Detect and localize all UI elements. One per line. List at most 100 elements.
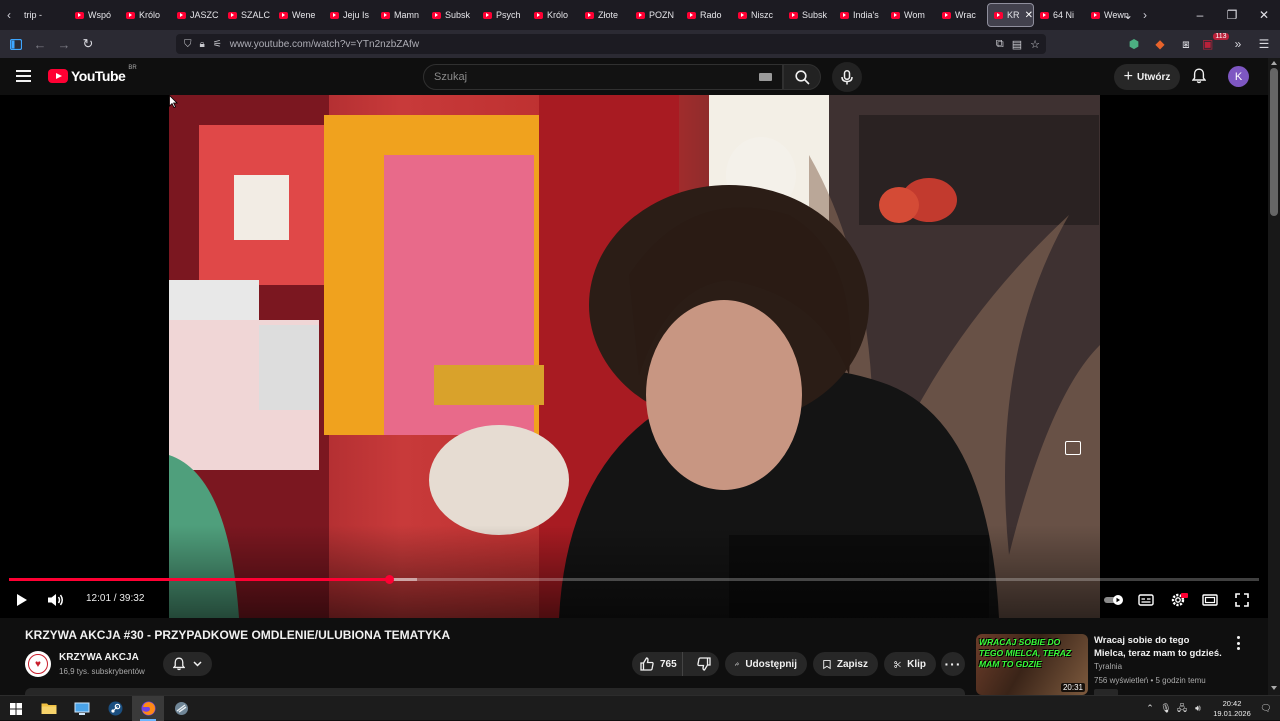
- sidebar-toggle-icon[interactable]: [4, 30, 28, 58]
- forward-icon[interactable]: →: [52, 30, 76, 58]
- close-window-icon[interactable]: ✕: [1248, 8, 1280, 22]
- tray-overflow-icon[interactable]: ⌃: [1142, 703, 1158, 714]
- browser-tab[interactable]: trip -: [18, 3, 69, 27]
- channel-name[interactable]: KRZYWA AKCJA: [59, 652, 139, 663]
- miniplayer-icon[interactable]: [1065, 441, 1081, 455]
- taskbar-firefox[interactable]: [132, 696, 164, 721]
- taskbar-steam[interactable]: [99, 696, 131, 721]
- progress-bar[interactable]: [9, 575, 1259, 584]
- browser-tab[interactable]: Wene: [273, 3, 324, 27]
- guide-menu-icon[interactable]: [16, 70, 31, 82]
- permissions-icon[interactable]: ⚟: [213, 39, 222, 50]
- search-placeholder: Szukaj: [434, 71, 468, 83]
- browser-tab[interactable]: SZALC: [222, 3, 273, 27]
- restore-icon[interactable]: ❐: [1216, 8, 1248, 22]
- shield-extension-icon[interactable]: ⬢: [1124, 37, 1144, 51]
- list-all-tabs-icon[interactable]: ⌄: [1112, 8, 1144, 22]
- subtitles-button[interactable]: [1137, 591, 1155, 609]
- clock[interactable]: 20:42 19.01.2026: [1210, 699, 1254, 719]
- browser-tab[interactable]: Rado: [681, 3, 732, 27]
- notifications-bell-icon[interactable]: [1190, 67, 1208, 85]
- address-bar[interactable]: ⛉ 🔒︎ ⚟ www.youtube.com/watch?v=YTn2nzbZA…: [176, 34, 1046, 54]
- browser-tab[interactable]: Wrac: [936, 3, 987, 27]
- tab-scroll-left-icon[interactable]: ‹: [0, 0, 18, 30]
- youtube-icon: [177, 11, 186, 19]
- browser-tab[interactable]: Psych: [477, 3, 528, 27]
- minimize-icon[interactable]: –: [1184, 8, 1216, 22]
- bookmark-star-icon[interactable]: ☆: [1030, 38, 1040, 51]
- channel-avatar[interactable]: ♥: [25, 651, 51, 677]
- close-tab-icon[interactable]: ✕: [1025, 10, 1033, 21]
- recommended-thumbnail[interactable]: WRACAJ SOBIE DO TEGO MIELCA, TERAZ MAM T…: [976, 634, 1088, 695]
- page-scrollbar[interactable]: [1268, 58, 1280, 695]
- back-icon[interactable]: ←: [28, 30, 52, 58]
- browser-tab[interactable]: Królo: [120, 3, 171, 27]
- more-actions-button[interactable]: ···: [941, 652, 965, 676]
- keyboard-icon[interactable]: [759, 73, 772, 81]
- browser-tab[interactable]: 64 Ni: [1034, 3, 1085, 27]
- browser-tab-active[interactable]: KR ✕: [987, 3, 1034, 27]
- mute-button[interactable]: [46, 591, 66, 609]
- scroll-up-arrow-icon[interactable]: [1271, 61, 1277, 65]
- autoplay-toggle[interactable]: [1103, 591, 1125, 609]
- scroll-down-arrow-icon[interactable]: [1271, 686, 1277, 690]
- search-input[interactable]: Szukaj: [423, 64, 783, 90]
- like-button[interactable]: 765: [632, 652, 684, 676]
- reload-icon[interactable]: ↻: [76, 30, 100, 58]
- start-button[interactable]: [0, 696, 32, 721]
- voice-search-button[interactable]: [832, 62, 862, 92]
- scrubber-handle[interactable]: [385, 575, 394, 584]
- dislike-button[interactable]: [689, 652, 719, 676]
- tab-title: Rado: [700, 10, 722, 20]
- save-button[interactable]: Zapisz: [813, 652, 878, 676]
- browser-tab[interactable]: Mamn: [375, 3, 426, 27]
- taskbar-this-pc[interactable]: [66, 696, 98, 721]
- description-box[interactable]: [25, 688, 965, 695]
- browser-tab[interactable]: Wom: [885, 3, 936, 27]
- share-button[interactable]: Udostępnij: [725, 652, 807, 676]
- video-player[interactable]: 12:01 / 39:32: [0, 95, 1268, 618]
- account-avatar[interactable]: K: [1228, 66, 1249, 87]
- browser-tab[interactable]: India's: [834, 3, 885, 27]
- browser-tab[interactable]: Subsk: [426, 3, 477, 27]
- speaker-icon[interactable]: 🔊︎: [1190, 703, 1206, 714]
- clip-button[interactable]: Klip: [884, 652, 936, 676]
- tracking-protection-icon[interactable]: ⛉: [184, 39, 192, 50]
- search-button[interactable]: [783, 64, 821, 90]
- url-text[interactable]: www.youtube.com/watch?v=YTn2nzbZAfw: [230, 39, 419, 50]
- extensions-puzzle-icon[interactable]: ⧆: [1176, 37, 1196, 52]
- theater-mode-button[interactable]: [1201, 591, 1219, 609]
- browser-tab[interactable]: Wspó: [69, 3, 120, 27]
- fullscreen-button[interactable]: [1233, 591, 1251, 609]
- browser-tab[interactable]: Niszc: [732, 3, 783, 27]
- recommended-title[interactable]: Wracaj sobie do tego Mielca, teraz mam t…: [1094, 634, 1222, 660]
- network-icon[interactable]: 🖧︎: [1174, 701, 1190, 717]
- browser-tab[interactable]: Złote: [579, 3, 630, 27]
- browser-tab[interactable]: Królo: [528, 3, 579, 27]
- settings-button[interactable]: [1169, 591, 1189, 609]
- reader-view-icon[interactable]: ▤: [1012, 38, 1022, 51]
- subscription-notification-button[interactable]: [163, 652, 212, 676]
- scrollbar-thumb[interactable]: [1270, 68, 1278, 216]
- tab-title: Mamn: [394, 10, 420, 20]
- taskbar-file-explorer[interactable]: [33, 696, 65, 721]
- notifications-icon[interactable]: 🗨︎: [1258, 703, 1274, 714]
- browser-tab[interactable]: Jeju Is: [324, 3, 375, 27]
- adblock-extension-icon[interactable]: ▣113: [1202, 33, 1229, 51]
- app-menu-icon[interactable]: ☰: [1254, 37, 1274, 51]
- recommended-menu-icon[interactable]: [1234, 636, 1242, 650]
- browser-tab[interactable]: JASZC: [171, 3, 222, 27]
- overflow-chevron-icon[interactable]: »: [1228, 37, 1248, 51]
- picture-in-picture-icon[interactable]: ⧉: [996, 38, 1004, 51]
- fox-extension-icon[interactable]: ◆: [1150, 37, 1170, 51]
- browser-tab[interactable]: POZN: [630, 3, 681, 27]
- microphone-tray-icon[interactable]: 🎙︎: [1158, 703, 1174, 714]
- taskbar-app[interactable]: [165, 696, 197, 721]
- lock-icon[interactable]: 🔒︎: [200, 39, 205, 50]
- youtube-logo[interactable]: YouTube BR: [48, 65, 137, 84]
- youtube-icon: [330, 11, 339, 19]
- create-button[interactable]: + Utwórz: [1114, 64, 1180, 90]
- play-button[interactable]: [14, 591, 30, 609]
- recommended-channel[interactable]: Tyralnia: [1094, 662, 1122, 671]
- browser-tab[interactable]: Subsk: [783, 3, 834, 27]
